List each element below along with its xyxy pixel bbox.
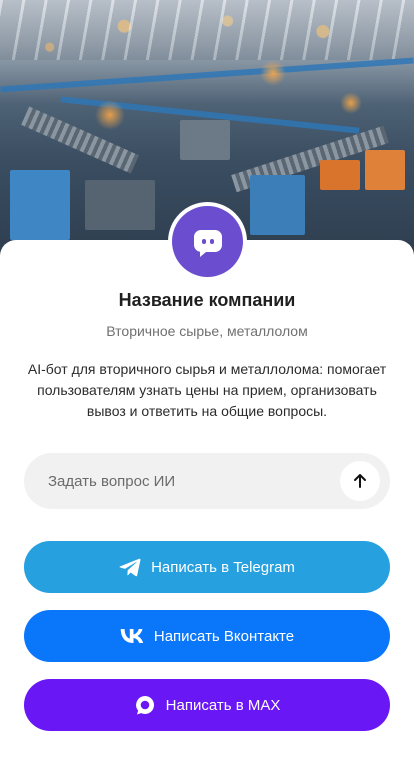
ask-ai-field xyxy=(24,453,390,509)
hero-machine xyxy=(85,180,155,230)
hero-machine xyxy=(10,170,70,240)
avatar xyxy=(172,206,243,277)
hero-machine xyxy=(180,120,230,160)
send-button[interactable] xyxy=(340,461,380,501)
vk-icon xyxy=(120,629,144,643)
hero-light xyxy=(260,60,286,86)
avatar-ring xyxy=(168,202,247,281)
hero-crate xyxy=(365,150,405,190)
max-icon xyxy=(134,694,156,716)
hero-beam xyxy=(0,57,414,93)
max-button-label: Написать в MAX xyxy=(165,696,281,714)
telegram-button-label: Написать в Telegram xyxy=(151,558,295,576)
chat-bot-icon xyxy=(193,229,222,257)
telegram-button[interactable]: Написать в Telegram xyxy=(24,541,390,593)
arrow-up-icon xyxy=(354,474,366,488)
ask-ai-input[interactable] xyxy=(24,453,324,509)
hero-machine xyxy=(250,175,305,235)
page: Название компании Вторичное сырье, метал… xyxy=(0,0,414,770)
hero-light xyxy=(95,100,125,130)
vk-button-label: Написать Вконтакте xyxy=(153,627,295,645)
hero-light xyxy=(340,92,362,114)
hero-roof xyxy=(0,0,414,60)
company-name: Название компании xyxy=(118,290,296,310)
max-button[interactable]: Написать в MAX xyxy=(24,679,390,731)
telegram-icon xyxy=(119,557,141,577)
company-description: AI-бот для вторичного сырья и металлолом… xyxy=(27,361,387,419)
vk-button[interactable]: Написать Вконтакте xyxy=(24,610,390,662)
company-category: Вторичное сырье, металлолом xyxy=(106,323,308,339)
hero-crate xyxy=(320,160,360,190)
